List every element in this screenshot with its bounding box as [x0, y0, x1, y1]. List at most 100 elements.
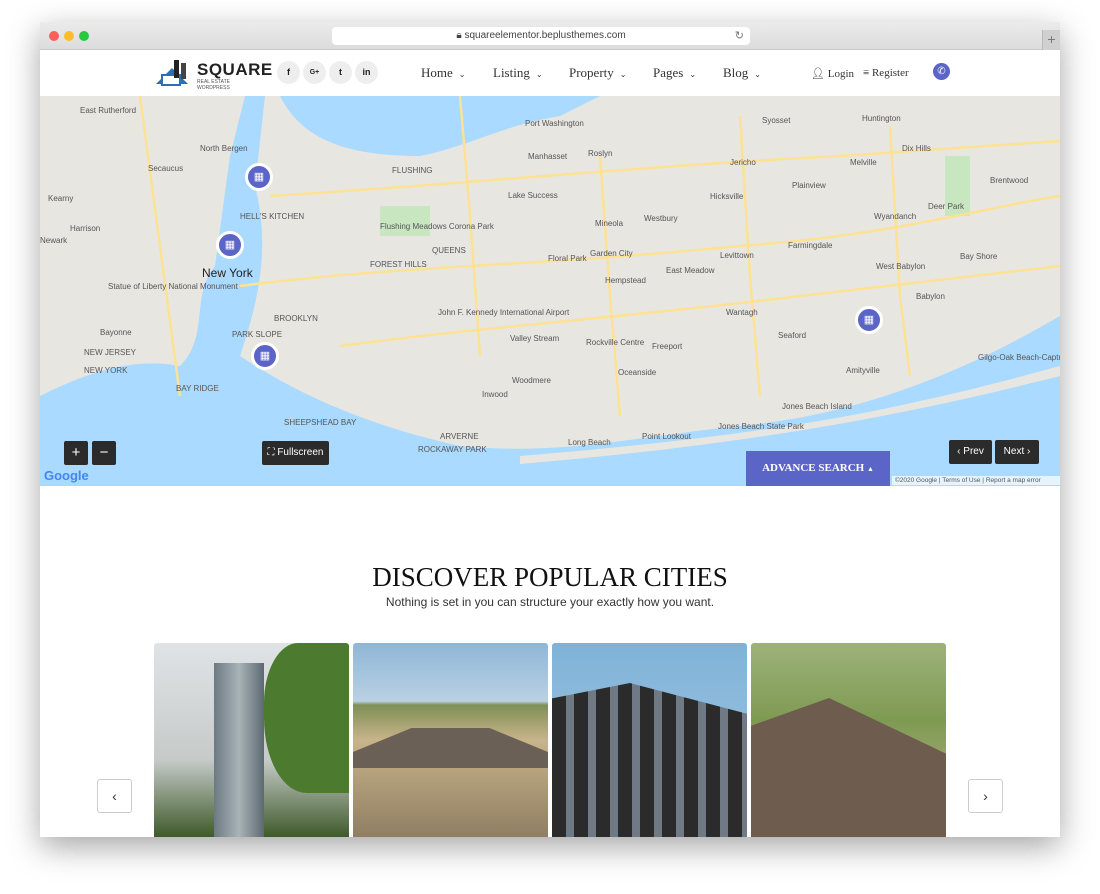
- next-button[interactable]: Next ›: [995, 440, 1039, 464]
- map-place-label: HELL'S KITCHEN: [240, 212, 305, 221]
- login-link[interactable]: 👤︎ Login: [811, 67, 854, 80]
- carousel-next-button[interactable]: ›: [968, 779, 1003, 813]
- city-card[interactable]: [154, 643, 349, 837]
- map-place-label: North Bergen: [200, 144, 248, 153]
- chevron-down-icon: ⌄: [535, 70, 543, 79]
- nav-home[interactable]: Home ⌄: [421, 65, 465, 81]
- nav-property[interactable]: Property ⌄: [569, 65, 626, 81]
- property-marker[interactable]: ▦: [251, 342, 279, 370]
- prev-button[interactable]: ‹ Prev: [949, 440, 992, 464]
- map-place-label: Oceanside: [618, 368, 657, 377]
- login-label: Login: [827, 68, 854, 80]
- map-place-label: Bayonne: [100, 328, 132, 337]
- map-place-label: BROOKLYN: [274, 314, 318, 323]
- address-bar[interactable]: 🔒︎ squareelementor.beplusthemes.com ↻: [332, 27, 750, 45]
- map-place-label: NEW JERSEY: [84, 348, 137, 357]
- advance-search-label: ADVANCE SEARCH: [762, 462, 865, 474]
- map-place-label: Farmingdale: [788, 241, 833, 250]
- map-place-label: West Babylon: [876, 262, 926, 271]
- google-plus-icon[interactable]: G+: [303, 61, 326, 84]
- chevron-left-icon: ‹: [112, 788, 117, 804]
- minimize-window-button[interactable]: [64, 31, 74, 41]
- advance-search-button[interactable]: ADVANCE SEARCH ▲: [746, 451, 890, 486]
- house-logo-icon: [156, 60, 188, 86]
- chevron-down-icon: ⌄: [754, 70, 761, 79]
- maximize-window-button[interactable]: [79, 31, 89, 41]
- city-card[interactable]: [353, 643, 548, 837]
- map-place-label: Dix Hills: [902, 144, 931, 153]
- map-place-label: East Rutherford: [80, 106, 137, 115]
- map-place-label: Syosset: [762, 116, 791, 125]
- map-place-label: Wantagh: [726, 308, 758, 317]
- map-place-label: Brentwood: [990, 176, 1029, 185]
- fullscreen-button[interactable]: ⛶ Fullscreen: [262, 441, 329, 465]
- chevron-left-icon: ‹: [957, 446, 961, 457]
- register-link[interactable]: ≡ Register: [863, 67, 909, 79]
- zoom-out-button[interactable]: −: [92, 441, 116, 465]
- map-place-label: Wyandanch: [874, 212, 917, 221]
- map-place-label: BAY RIDGE: [176, 384, 219, 393]
- map-place-label: Secaucus: [148, 164, 184, 173]
- property-marker[interactable]: ▦: [216, 231, 244, 259]
- nav-label: Property: [569, 65, 614, 80]
- map-place-label: Valley Stream: [510, 334, 560, 343]
- map-place-label: Freeport: [652, 342, 683, 351]
- map[interactable]: East Rutherford North Bergen Secaucus Kearn…: [40, 96, 1060, 486]
- terms-link[interactable]: Terms of Use: [942, 477, 980, 484]
- map-place-label: Seaford: [778, 331, 807, 340]
- browser-window: 🔒︎ squareelementor.beplusthemes.com ↻ + S…: [40, 22, 1060, 837]
- map-place-label: Port Washington: [525, 119, 584, 128]
- property-marker[interactable]: ▦: [855, 306, 883, 334]
- map-place-label: Jones Beach Island: [782, 402, 852, 411]
- city-card[interactable]: [751, 643, 946, 837]
- tree-image: [264, 643, 349, 793]
- google-logo: Google: [44, 468, 89, 483]
- nav-pages[interactable]: Pages ⌄: [653, 65, 696, 81]
- map-place-label: Kearny: [48, 194, 74, 203]
- map-place-label: Jericho: [730, 158, 756, 167]
- city-card[interactable]: [552, 643, 747, 837]
- prev-label: Prev: [963, 446, 984, 457]
- close-window-button[interactable]: [49, 31, 59, 41]
- chevron-down-icon: ⌄: [689, 70, 697, 79]
- reload-icon[interactable]: ↻: [735, 27, 744, 45]
- logo-title: SQUARE: [197, 60, 273, 79]
- map-place-label: PARK SLOPE: [232, 330, 283, 339]
- chevron-right-icon: ›: [1027, 446, 1031, 457]
- nav-label: Pages: [653, 65, 684, 80]
- map-place-label: Melville: [850, 158, 877, 167]
- map-place-label: New York: [202, 266, 253, 280]
- map-place-label: Manhasset: [528, 152, 568, 161]
- nav-listing[interactable]: Listing ⌄: [493, 65, 543, 81]
- map-place-label: East Meadow: [666, 266, 715, 275]
- logo[interactable]: SQUARE REAL ESTATE WORDPRESS: [154, 58, 272, 91]
- roof-image: [353, 728, 548, 768]
- linkedin-icon[interactable]: in: [355, 61, 378, 84]
- map-place-label: ROCKAWAY PARK: [418, 445, 487, 454]
- register-label: Register: [871, 67, 909, 79]
- map-place-label: Statue of Liberty National Monument: [108, 282, 238, 291]
- carousel-prev-button[interactable]: ‹: [97, 779, 132, 813]
- new-tab-button[interactable]: +: [1042, 30, 1060, 50]
- property-marker[interactable]: ▦: [245, 163, 273, 191]
- phone-icon[interactable]: ✆: [933, 63, 950, 80]
- map-place-label: NEW YORK: [84, 366, 128, 375]
- report-link[interactable]: Report a map error: [986, 477, 1041, 484]
- zoom-in-button[interactable]: +: [64, 441, 88, 465]
- facebook-icon[interactable]: f: [277, 61, 300, 84]
- map-place-label: Flushing Meadows Corona Park: [380, 222, 494, 231]
- map-place-label: Inwood: [482, 390, 508, 399]
- map-place-label: Floral Park: [548, 254, 587, 263]
- city-image: [214, 663, 264, 837]
- map-place-label: Westbury: [644, 214, 678, 223]
- park-area: [380, 206, 430, 236]
- map-place-label: Hicksville: [710, 192, 744, 201]
- map-place-label: Amityville: [846, 366, 880, 375]
- twitter-icon[interactable]: t: [329, 61, 352, 84]
- nav-blog[interactable]: Blog ⌄: [723, 65, 761, 81]
- map-place-label: Woodmere: [512, 376, 551, 385]
- map-place-label: Babylon: [916, 292, 945, 301]
- building-image: [552, 683, 747, 837]
- map-place-label: Hempstead: [605, 276, 646, 285]
- map-place-label: Lake Success: [508, 191, 558, 200]
